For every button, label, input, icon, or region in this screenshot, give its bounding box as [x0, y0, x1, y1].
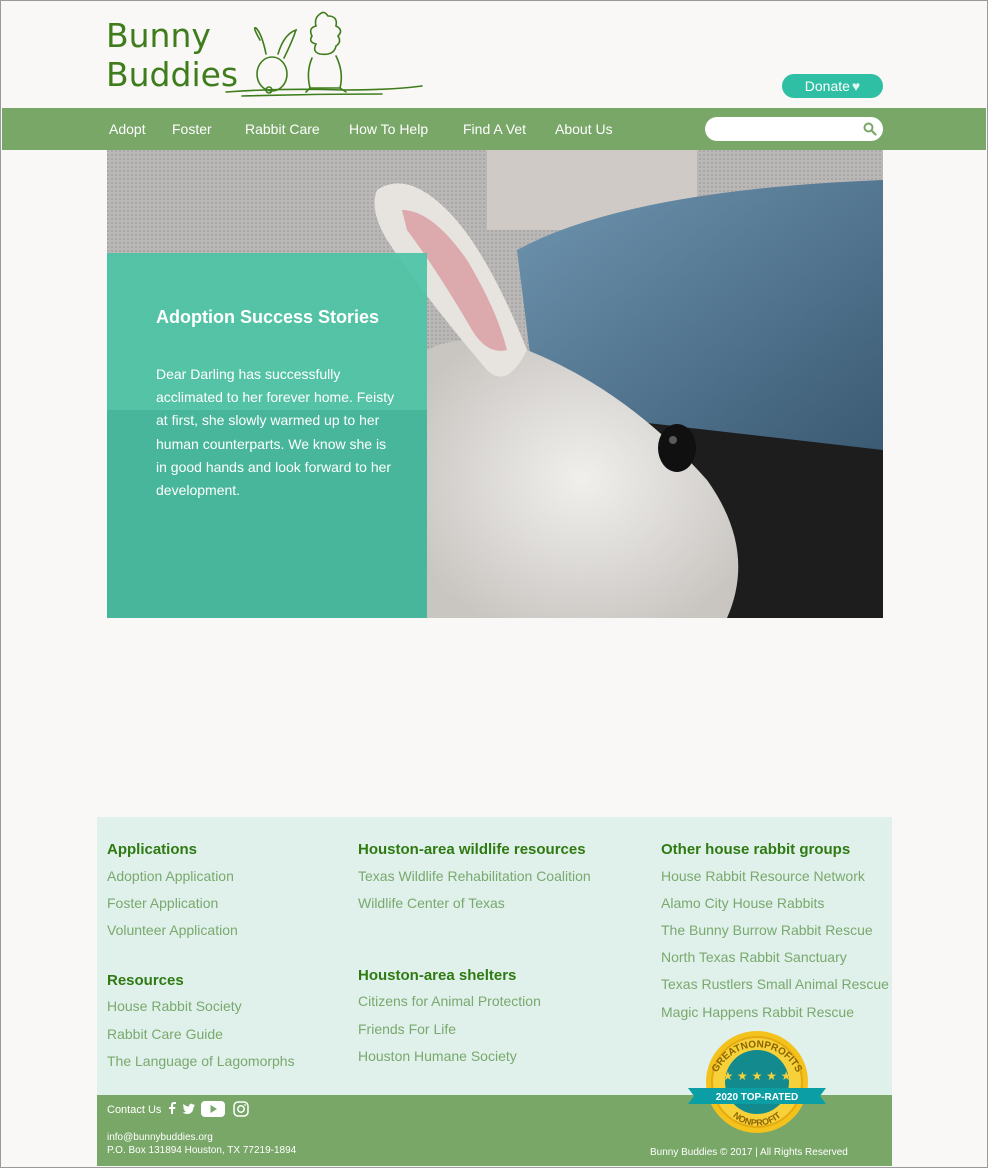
contact-us-link[interactable]: Contact Us: [107, 1104, 161, 1116]
nav-how-to-help[interactable]: How To Help: [349, 108, 428, 150]
link-north-texas-rabbit-sanctuary[interactable]: North Texas Rabbit Sanctuary: [661, 949, 847, 965]
link-texas-wildlife-rehab[interactable]: Texas Wildlife Rehabilitation Coalition: [358, 868, 591, 884]
donate-button[interactable]: Donate ♥: [782, 74, 883, 98]
badge-ribbon: 2020 TOP-RATED: [688, 1088, 826, 1104]
link-citizens-animal-protection[interactable]: Citizens for Animal Protection: [358, 993, 541, 1009]
resources-heading: Resources: [107, 972, 184, 989]
story-title: Adoption Success Stories: [156, 307, 380, 327]
contact-email[interactable]: info@bunnybuddies.org: [107, 1132, 213, 1143]
success-story-card: Adoption Success Stories Dear Darling ha…: [107, 253, 427, 618]
link-magic-happens[interactable]: Magic Happens Rabbit Rescue: [661, 1004, 854, 1020]
svg-text:★ ★ ★ ★ ★: ★ ★ ★ ★ ★: [722, 1069, 791, 1083]
nav-find-a-vet[interactable]: Find A Vet: [463, 108, 526, 150]
wildlife-heading: Houston-area wildlife resources: [358, 841, 586, 858]
link-language-of-lagomorphs[interactable]: The Language of Lagomorphs: [107, 1053, 295, 1069]
shelters-heading: Houston-area shelters: [358, 967, 517, 984]
donate-label: Donate: [804, 78, 850, 94]
link-wildlife-center-texas[interactable]: Wildlife Center of Texas: [358, 895, 505, 911]
logo-bunny-illustration: [225, 11, 423, 97]
applications-heading: Applications: [107, 841, 198, 858]
link-adoption-application[interactable]: Adoption Application: [107, 868, 234, 884]
groups-heading: Other house rabbit groups: [661, 841, 851, 858]
link-alamo-city-house-rabbits[interactable]: Alamo City House Rabbits: [661, 895, 824, 911]
logo-line-1: Bunny: [106, 16, 211, 55]
hero-banner: Adoption Success Stories Dear Darling ha…: [107, 150, 883, 618]
link-texas-rustlers[interactable]: Texas Rustlers Small Animal Rescue: [661, 976, 889, 992]
nav-about-us[interactable]: About Us: [555, 108, 613, 150]
copyright-text: Bunny Buddies © 2017 | All Rights Reserv…: [650, 1147, 848, 1158]
mailing-address: P.O. Box 131894 Houston, TX 77219-1894: [107, 1145, 297, 1156]
link-foster-application[interactable]: Foster Application: [107, 895, 218, 911]
link-house-rabbit-society[interactable]: House Rabbit Society: [107, 998, 242, 1014]
twitter-icon[interactable]: [182, 1103, 196, 1115]
nav-foster[interactable]: Foster: [172, 108, 212, 150]
site-logo-text[interactable]: Bunny Buddies: [106, 16, 238, 94]
link-bunny-burrow[interactable]: The Bunny Burrow Rabbit Rescue: [661, 922, 873, 938]
facebook-icon[interactable]: [168, 1101, 177, 1115]
link-rabbit-care-guide[interactable]: Rabbit Care Guide: [107, 1026, 223, 1042]
search-icon[interactable]: [863, 122, 877, 136]
nav-rabbit-care[interactable]: Rabbit Care: [245, 108, 320, 150]
search-box: [705, 117, 883, 143]
link-houston-humane-society[interactable]: Houston Humane Society: [358, 1048, 517, 1064]
link-friends-for-life[interactable]: Friends For Life: [358, 1021, 456, 1037]
link-house-rabbit-resource-network[interactable]: House Rabbit Resource Network: [661, 868, 865, 884]
youtube-icon[interactable]: [201, 1101, 225, 1117]
badge-seal: GREATNONPROFITS ★ ★ ★ ★ ★: [706, 1031, 808, 1133]
search-input[interactable]: [715, 117, 869, 143]
badge-ribbon-text: 2020 TOP-RATED: [716, 1092, 798, 1103]
logo-line-2: Buddies: [106, 55, 239, 94]
main-nav: Adopt Foster Rabbit Care How To Help Fin…: [2, 108, 986, 150]
heart-icon: ♥: [851, 78, 861, 94]
link-volunteer-application[interactable]: Volunteer Application: [107, 922, 238, 938]
nav-adopt[interactable]: Adopt: [109, 108, 146, 150]
story-body: Dear Darling has successfully acclimated…: [156, 366, 395, 499]
instagram-icon[interactable]: [233, 1101, 249, 1117]
top-rated-nonprofit-badge[interactable]: GREATNONPROFITS ★ ★ ★ ★ ★ 2020 TOP-RATED…: [684, 1030, 830, 1136]
